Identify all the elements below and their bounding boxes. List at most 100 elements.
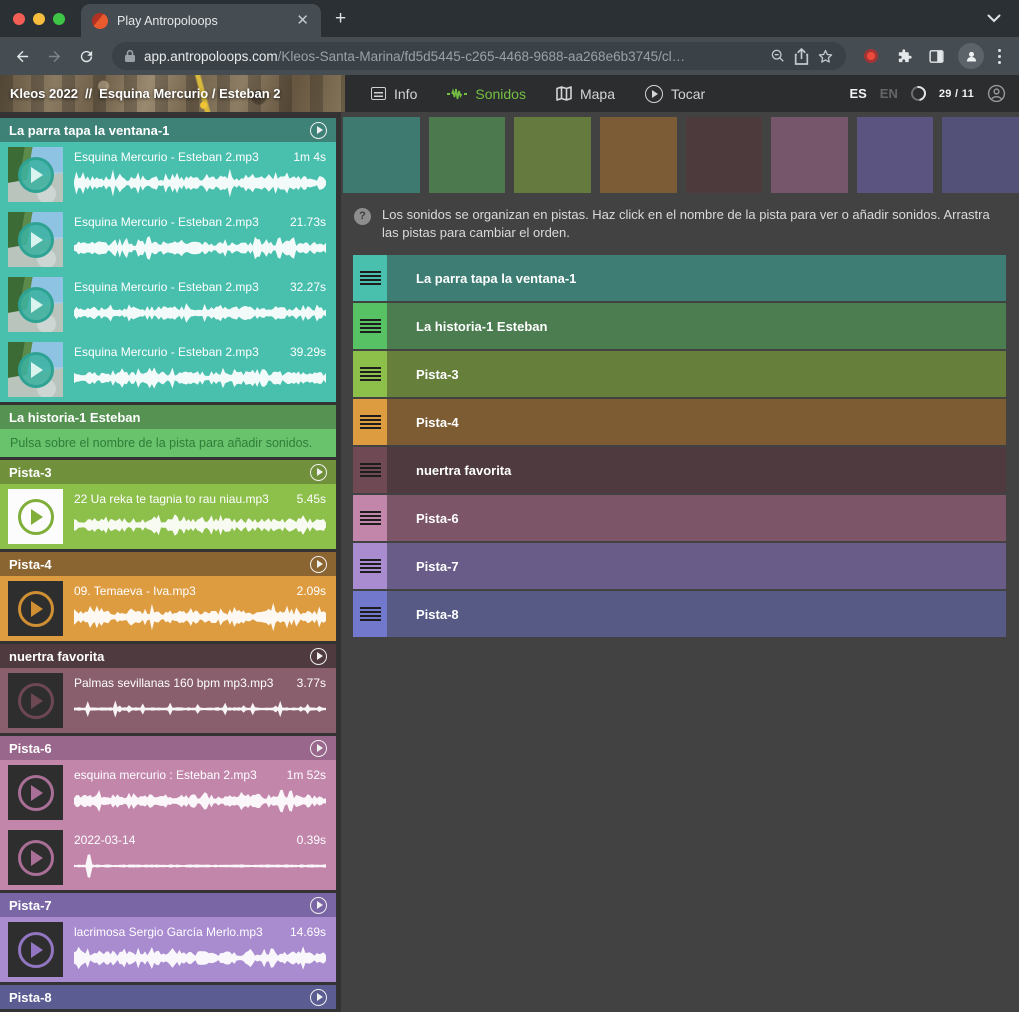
section-play-icon[interactable] [310, 556, 327, 573]
nav-tocar[interactable]: Tocar [645, 85, 705, 103]
clip-play-icon[interactable] [18, 157, 54, 193]
clip-duration: 1m 52s [287, 768, 326, 782]
clip-play-icon[interactable] [18, 932, 54, 968]
close-window-button[interactable] [13, 13, 25, 25]
drag-handle[interactable] [353, 495, 387, 541]
track-section-header[interactable]: Pista-4 [0, 552, 336, 576]
waveform-graphic [74, 510, 326, 540]
nav-sonidos[interactable]: Sonidos [447, 86, 526, 102]
track-section-header[interactable]: nuertra favorita [0, 644, 336, 668]
clip-play-icon[interactable] [18, 840, 54, 876]
clip-thumbnail[interactable] [8, 147, 63, 202]
track-row[interactable]: nuertra favorita [353, 447, 1006, 493]
track-row[interactable]: La parra tapa la ventana-1 [353, 255, 1006, 301]
clip-duration: 32.27s [290, 280, 326, 294]
url-text[interactable]: app.antropoloops.com/Kleos-Santa-Marina/… [144, 49, 762, 64]
lock-icon[interactable] [124, 49, 136, 63]
audio-clip[interactable]: 09. Temaeva - Iva.mp32.09s [0, 576, 336, 641]
address-bar[interactable]: app.antropoloops.com/Kleos-Santa-Marina/… [112, 42, 846, 70]
audio-clip[interactable]: Esquina Mercurio - Esteban 2.mp31m 4s [0, 142, 336, 207]
clip-play-icon[interactable] [18, 775, 54, 811]
tab-close-icon[interactable]: ✕ [296, 13, 309, 28]
clip-play-icon[interactable] [18, 591, 54, 627]
track-row[interactable]: Pista-4 [353, 399, 1006, 445]
clip-play-icon[interactable] [18, 499, 54, 535]
drag-handle[interactable] [353, 351, 387, 397]
clip-play-icon[interactable] [18, 683, 54, 719]
browser-tab[interactable]: Play Antropoloops ✕ [81, 4, 321, 37]
track-row[interactable]: Pista-6 [353, 495, 1006, 541]
section-play-icon[interactable] [310, 740, 327, 757]
audio-clip[interactable]: esquina mercurio : Esteban 2.mp31m 52s [0, 760, 336, 825]
browser-menu-icon[interactable] [992, 49, 1007, 64]
new-tab-button[interactable]: + [335, 8, 346, 30]
nav-mapa[interactable]: Mapa [556, 86, 615, 102]
clip-thumbnail[interactable] [8, 581, 63, 636]
forward-button[interactable] [40, 42, 68, 70]
track-row[interactable]: Pista-3 [353, 351, 1006, 397]
audio-clip[interactable]: Esquina Mercurio - Esteban 2.mp321.73s [0, 207, 336, 272]
section-play-icon[interactable] [310, 648, 327, 665]
breadcrumb[interactable]: Kleos 2022 // Esquina Mercurio / Esteban… [0, 75, 345, 112]
clip-thumbnail[interactable] [8, 673, 63, 728]
clip-play-icon[interactable] [18, 287, 54, 323]
fullscreen-window-button[interactable] [53, 13, 65, 25]
track-color-swatch [942, 117, 1019, 193]
drag-handle[interactable] [353, 447, 387, 493]
track-row-label: Pista-4 [416, 415, 459, 430]
audio-clip[interactable]: Esquina Mercurio - Esteban 2.mp339.29s [0, 337, 336, 402]
clip-thumbnail[interactable] [8, 922, 63, 977]
track-section-title: nuertra favorita [9, 649, 310, 664]
audio-clip[interactable]: Palmas sevillanas 160 bpm mp3.mp33.77s [0, 668, 336, 733]
side-panel-icon[interactable] [922, 42, 950, 70]
audio-clip[interactable]: lacrimosa Sergio García Merlo.mp314.69s [0, 917, 336, 982]
clip-thumbnail[interactable] [8, 765, 63, 820]
section-play-icon[interactable] [310, 122, 327, 139]
extensions-puzzle-icon[interactable] [890, 42, 918, 70]
lang-en-button[interactable]: EN [880, 86, 898, 101]
track-section-header[interactable]: Pista-8 [0, 985, 336, 1009]
account-icon[interactable] [987, 84, 1006, 103]
section-play-icon[interactable] [310, 464, 327, 481]
track-section-header[interactable]: La parra tapa la ventana-1 [0, 118, 336, 142]
tab-search-chevron-icon[interactable] [987, 14, 1001, 23]
lang-es-button[interactable]: ES [849, 86, 866, 101]
bookmark-star-icon[interactable] [817, 48, 834, 65]
window-controls [0, 13, 81, 25]
track-row[interactable]: Pista-8 [353, 591, 1006, 637]
drag-handle[interactable] [353, 543, 387, 589]
drag-handle[interactable] [353, 399, 387, 445]
back-button[interactable] [8, 42, 36, 70]
zoom-out-icon[interactable] [770, 48, 786, 64]
clip-play-icon[interactable] [18, 352, 54, 388]
clip-thumbnail[interactable] [8, 489, 63, 544]
clip-thumbnail[interactable] [8, 830, 63, 885]
track-section-header[interactable]: Pista-7 [0, 893, 336, 917]
reload-button[interactable] [72, 42, 100, 70]
track-section-header[interactable]: Pista-6 [0, 736, 336, 760]
audio-clip[interactable]: 2022-03-140.39s [0, 825, 336, 890]
track-section-header[interactable]: Pista-3 [0, 460, 336, 484]
nav-info[interactable]: Info [371, 86, 417, 102]
section-play-icon[interactable] [310, 897, 327, 914]
breadcrumb-project[interactable]: Kleos 2022 [10, 86, 78, 101]
audio-clip[interactable]: Esquina Mercurio - Esteban 2.mp332.27s [0, 272, 336, 337]
share-icon[interactable] [794, 48, 809, 65]
clip-play-icon[interactable] [18, 222, 54, 258]
clip-name: 22 Ua reka te tagnia to rau niau.mp3 [74, 492, 269, 506]
track-row[interactable]: Pista-7 [353, 543, 1006, 589]
clip-thumbnail[interactable] [8, 277, 63, 332]
clip-thumbnail[interactable] [8, 342, 63, 397]
drag-handle[interactable] [353, 255, 387, 301]
section-play-icon[interactable] [310, 989, 327, 1006]
waveform-graphic [74, 943, 326, 973]
clip-thumbnail[interactable] [8, 212, 63, 267]
drag-handle[interactable] [353, 591, 387, 637]
profile-avatar[interactable] [958, 43, 984, 69]
track-section-header[interactable]: La historia-1 Esteban [0, 405, 336, 429]
audio-clip[interactable]: 22 Ua reka te tagnia to rau niau.mp35.45… [0, 484, 336, 549]
minimize-window-button[interactable] [33, 13, 45, 25]
recording-indicator-icon[interactable] [864, 49, 878, 63]
track-row[interactable]: La historia-1 Esteban [353, 303, 1006, 349]
drag-handle[interactable] [353, 303, 387, 349]
